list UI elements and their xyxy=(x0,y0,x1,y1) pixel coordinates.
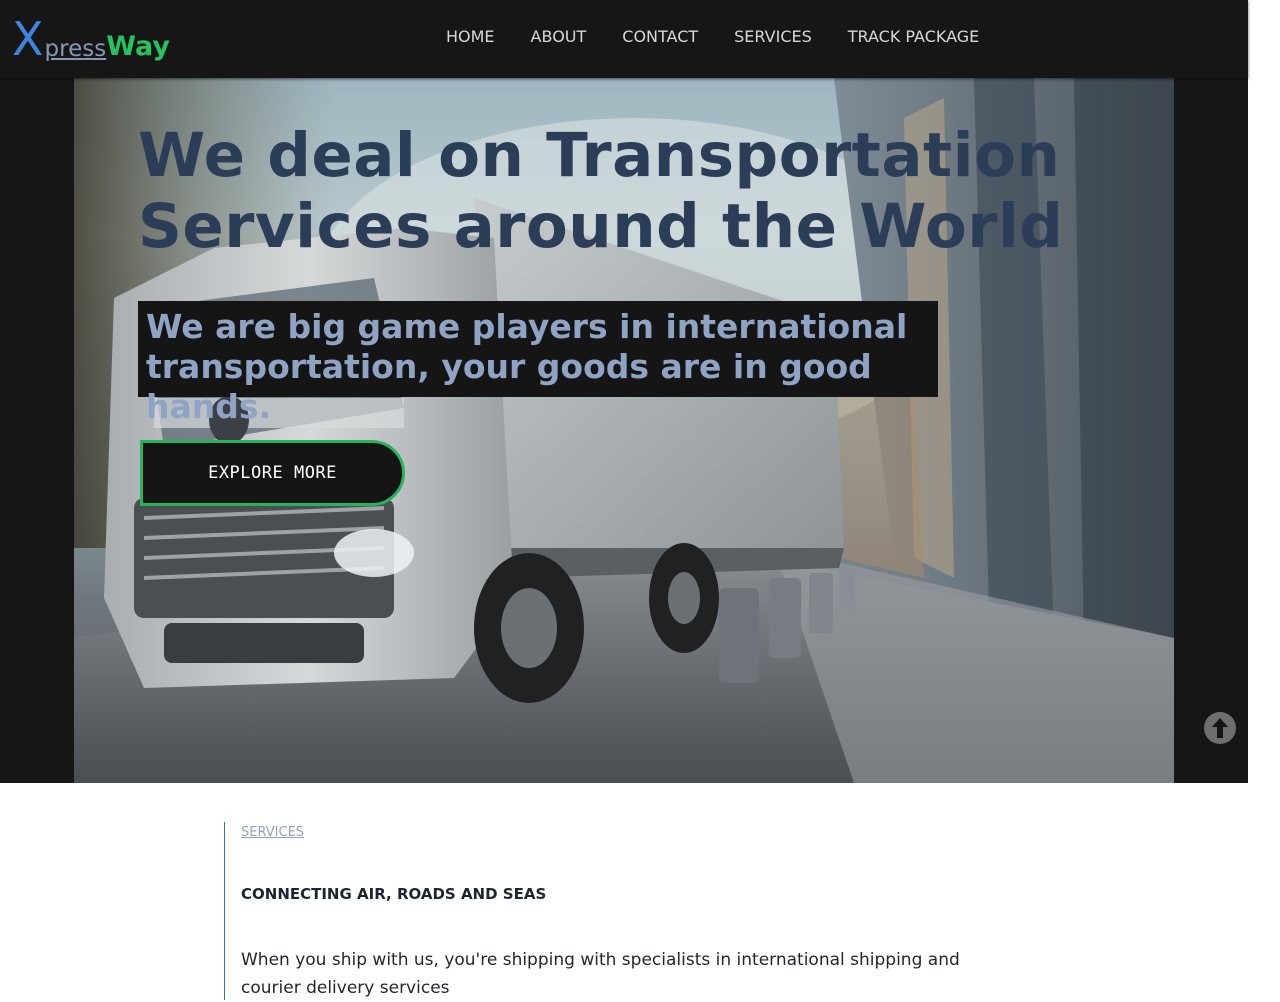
scroll-to-top-button[interactable] xyxy=(1203,711,1237,745)
hero-section: We deal on Transportation Services aroun… xyxy=(74,78,1174,783)
nav-track-package[interactable]: TRACK PACKAGE xyxy=(830,22,998,52)
logo-press-text: press xyxy=(44,36,107,62)
explore-more-button[interactable]: EXPLORE MORE xyxy=(140,440,405,506)
logo-way-text: Way xyxy=(106,31,170,62)
nav-about[interactable]: ABOUT xyxy=(513,22,605,52)
services-section: SERVICES CONNECTING AIR, ROADS AND SEAS … xyxy=(224,822,1004,1000)
logo-x-letter: X xyxy=(12,12,44,66)
main-nav: HOME ABOUT CONTACT SERVICES TRACK PACKAG… xyxy=(428,22,997,52)
hero-title: We deal on Transportation Services aroun… xyxy=(138,120,1064,262)
services-heading: CONNECTING AIR, ROADS AND SEAS xyxy=(241,885,547,903)
nav-services[interactable]: SERVICES xyxy=(716,22,830,52)
services-description: When you ship with us, you're shipping w… xyxy=(241,950,960,998)
site-header: X press Way HOME ABOUT CONTACT SERVICES … xyxy=(0,0,1248,78)
nav-contact[interactable]: CONTACT xyxy=(604,22,716,52)
arrow-up-circle-icon xyxy=(1204,712,1236,744)
nav-home[interactable]: HOME xyxy=(428,22,513,52)
services-link[interactable]: SERVICES xyxy=(241,825,304,840)
site-logo[interactable]: X press Way xyxy=(12,12,170,62)
hero-subtitle: We are big game players in international… xyxy=(138,301,938,426)
